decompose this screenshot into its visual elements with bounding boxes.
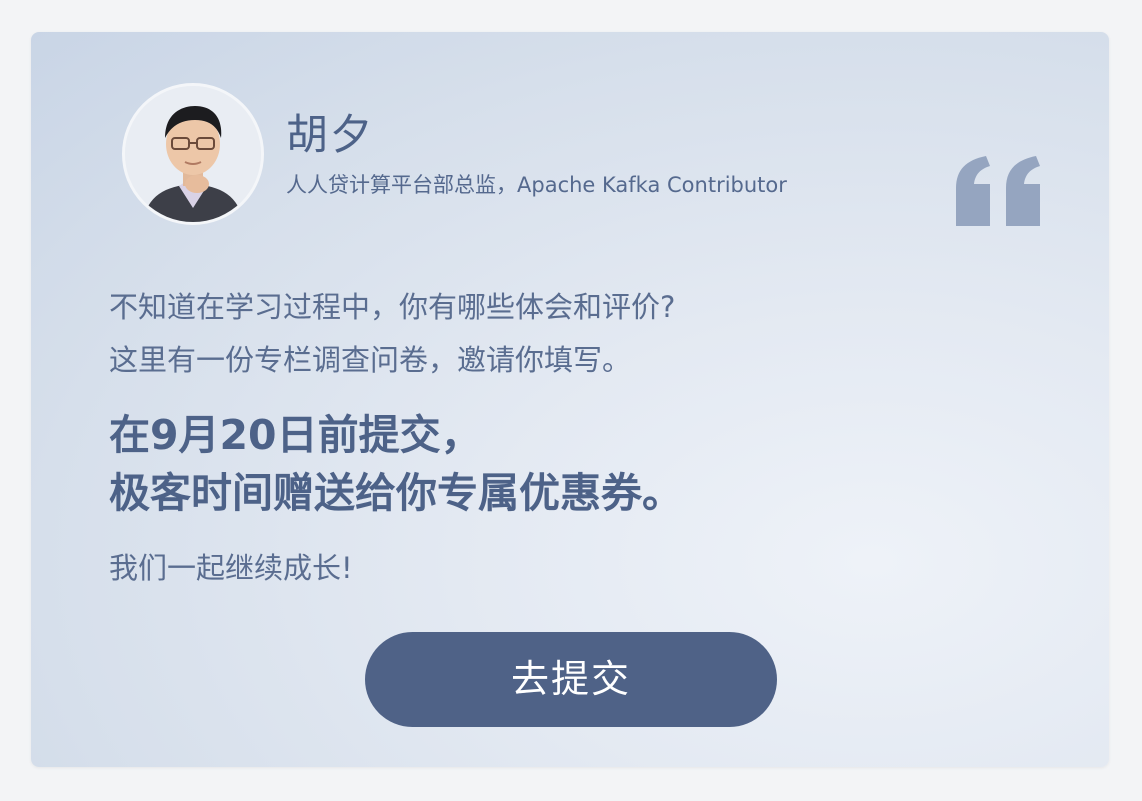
author-name: 胡夕 bbox=[286, 110, 375, 159]
intro-line-2: 这里有一份专栏调查问卷，邀请你填写。 bbox=[109, 343, 632, 377]
avatar-portrait bbox=[125, 86, 261, 222]
avatar bbox=[122, 83, 264, 225]
intro-line-1: 不知道在学习过程中，你有哪些体会和评价? bbox=[109, 290, 676, 324]
highlight-line-2: 极客时间赠送给你专属优惠券。 bbox=[109, 469, 683, 517]
highlight-line-1: 在9月20日前提交， bbox=[109, 411, 482, 459]
submit-button[interactable]: 去提交 bbox=[365, 632, 777, 727]
highlight-text: 在9月20日前提交， 极客时间赠送给你专属优惠券。 bbox=[109, 406, 683, 522]
author-title: 人人贷计算平台部总监，Apache Kafka Contributor bbox=[286, 173, 787, 197]
intro-text: 不知道在学习过程中，你有哪些体会和评价? 这里有一份专栏调查问卷，邀请你填写。 bbox=[109, 281, 675, 387]
closing-text: 我们一起继续成长! bbox=[109, 551, 353, 585]
survey-card: 胡夕 人人贷计算平台部总监，Apache Kafka Contributor 不… bbox=[31, 32, 1109, 767]
quote-icon bbox=[956, 156, 1040, 226]
